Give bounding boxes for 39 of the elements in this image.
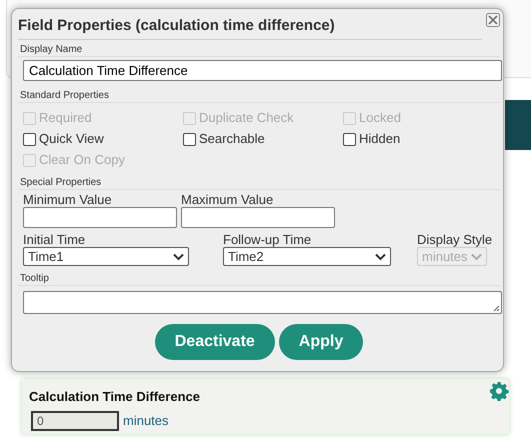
caret-icon bbox=[471, 252, 482, 260]
unit-label: minutes bbox=[123, 412, 169, 430]
select-dropdown[interactable]: Time1 bbox=[23, 247, 189, 266]
checkbox-option[interactable]: Quick View bbox=[23, 130, 183, 148]
caret-icon[interactable] bbox=[173, 252, 184, 260]
action-button[interactable]: Apply bbox=[278, 324, 364, 360]
field-title: Calculation Time Difference bbox=[29, 388, 201, 406]
checkbox-option: Duplicate Check bbox=[183, 109, 343, 127]
field-label: Minimum Value bbox=[23, 193, 113, 207]
field-label: Maximum Value bbox=[181, 193, 274, 207]
checkbox-option[interactable]: Hidden bbox=[343, 130, 503, 148]
settings-icon[interactable] bbox=[489, 381, 509, 401]
close-icon[interactable] bbox=[486, 13, 500, 27]
action-button[interactable]: Deactivate bbox=[154, 324, 275, 360]
field-label: Display Style bbox=[417, 233, 492, 247]
checkbox-option: Locked bbox=[343, 109, 503, 127]
checkbox[interactable] bbox=[23, 132, 36, 146]
tooltip-field[interactable] bbox=[23, 291, 502, 314]
field-label: Follow-up Time bbox=[223, 233, 312, 247]
section-label: Tooltip bbox=[18, 269, 500, 286]
number-field[interactable] bbox=[181, 207, 335, 228]
resize-grip-icon[interactable] bbox=[493, 305, 500, 312]
checkbox-option: Clear On Copy bbox=[23, 151, 183, 169]
dialog-title: Field Properties (calculation time difference) bbox=[18, 15, 482, 40]
section-label: Display Name bbox=[18, 40, 500, 57]
header-band bbox=[505, 100, 531, 150]
section-label: Standard Properties bbox=[18, 86, 500, 103]
select-dropdown[interactable]: Time2 bbox=[223, 247, 391, 266]
caret-icon[interactable] bbox=[375, 252, 386, 260]
checkbox[interactable] bbox=[183, 132, 196, 146]
checkbox[interactable] bbox=[343, 132, 356, 146]
number-field[interactable] bbox=[23, 207, 177, 228]
select-dropdown: minutes bbox=[417, 247, 487, 266]
checkbox-option: Required bbox=[23, 109, 183, 127]
display-name-field[interactable]: Calculation Time Difference bbox=[23, 60, 502, 81]
field-label: Initial Time bbox=[23, 233, 86, 247]
section-label: Special Properties bbox=[18, 173, 500, 190]
checkbox-option[interactable]: Searchable bbox=[183, 130, 343, 148]
value-field: 0 bbox=[31, 410, 119, 430]
